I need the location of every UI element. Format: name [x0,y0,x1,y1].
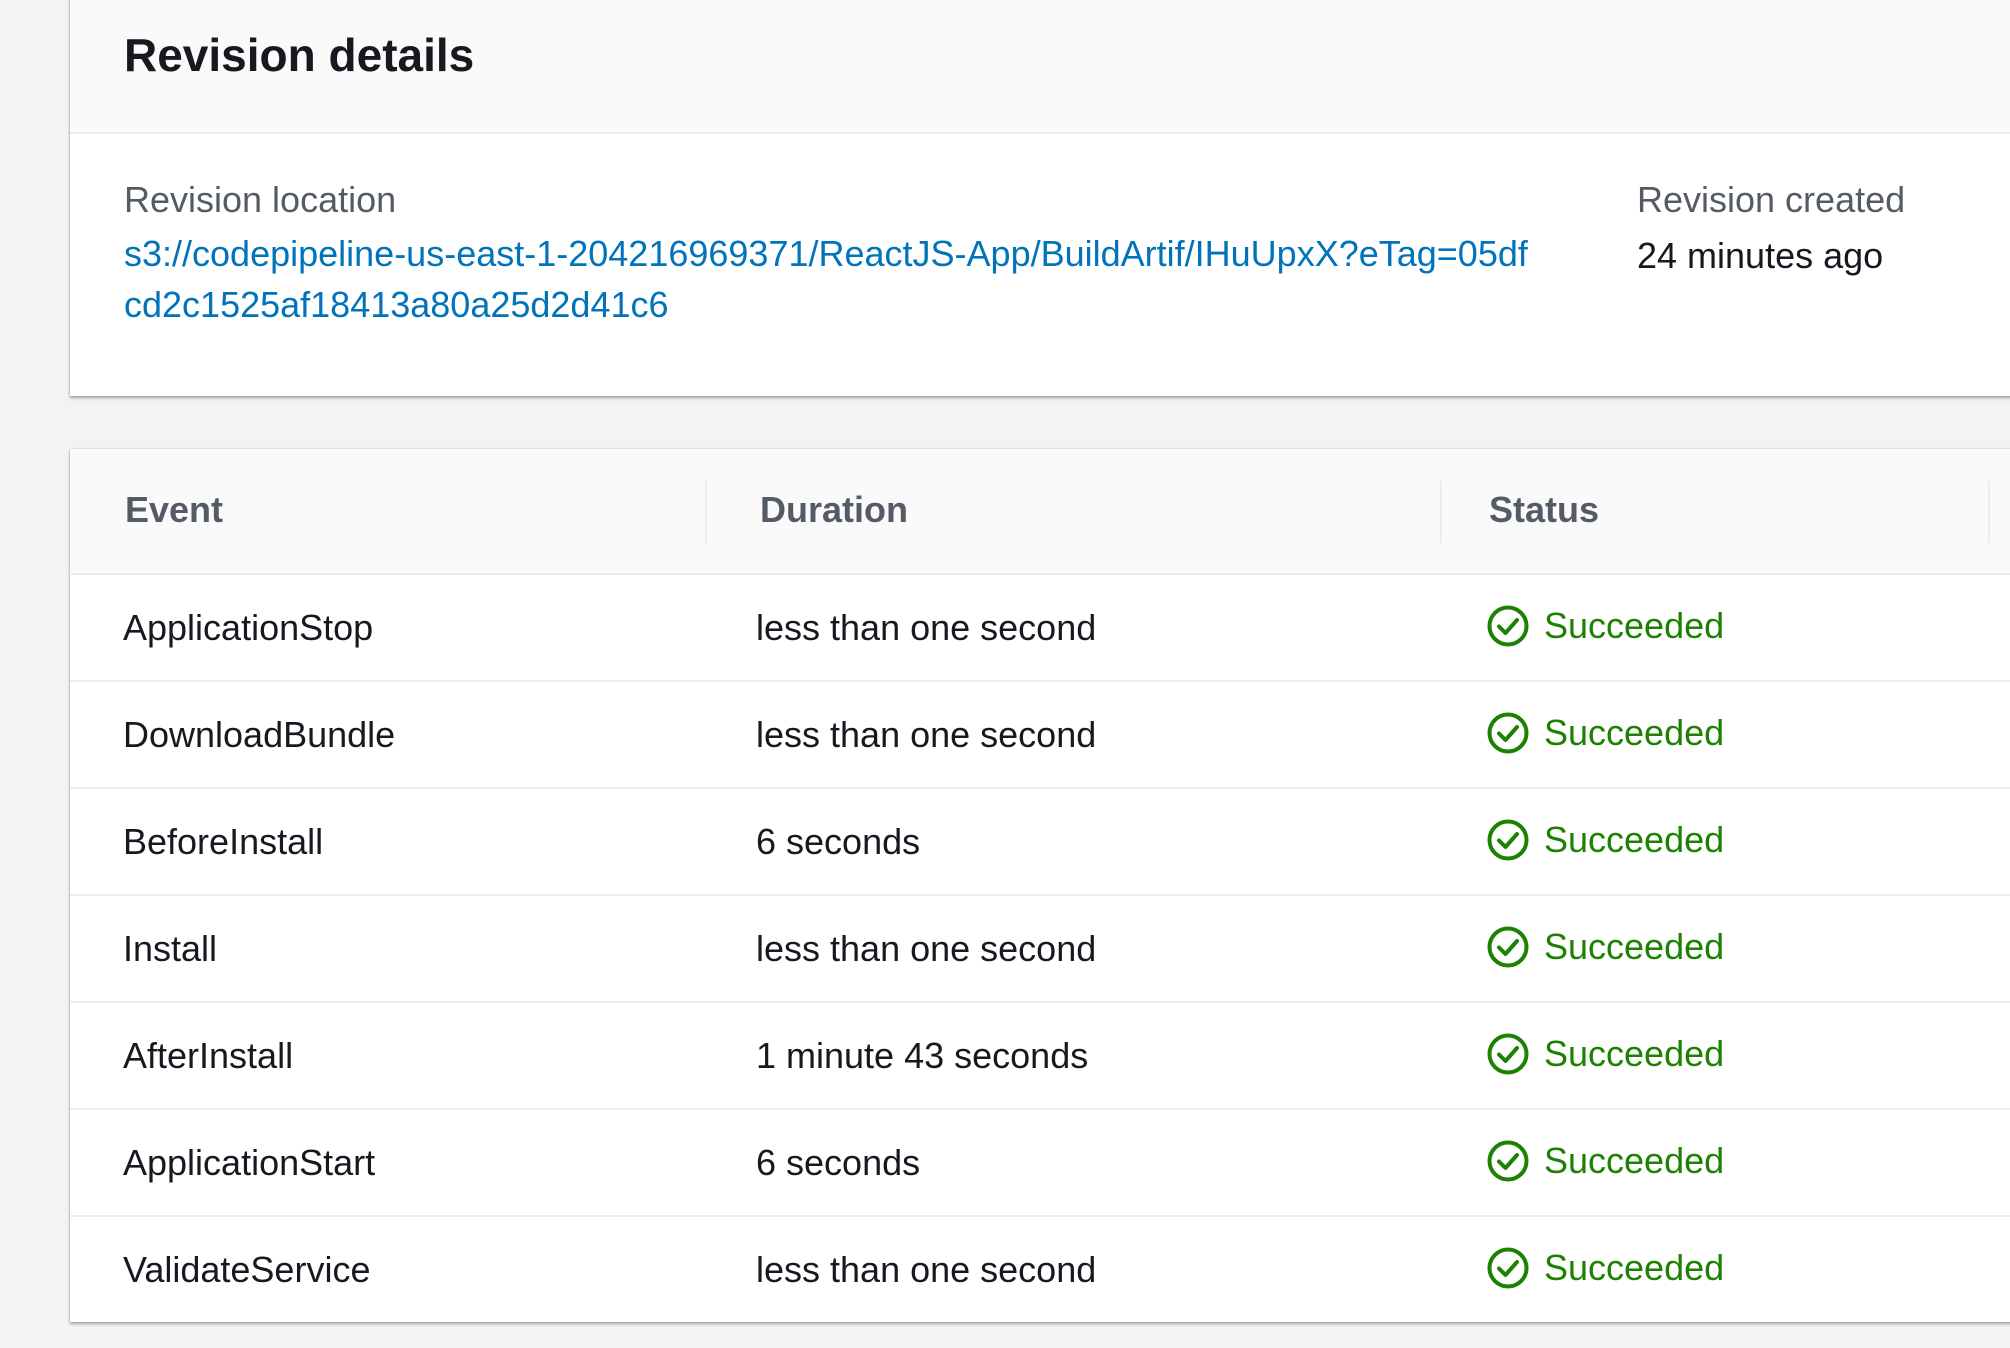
column-header-event[interactable]: Event [125,489,223,531]
status-cell: Succeeded [1486,604,1724,648]
duration-cell: less than one second [756,714,1097,755]
status-success-icon [1487,926,1529,968]
status-cell: Succeeded [1486,1032,1724,1076]
event-name-cell: ValidateService [123,1249,371,1290]
revision-location-label: Revision location [124,179,397,220]
table-row: ApplicationStop less than one second Suc… [70,575,2010,682]
event-name-cell: BeforeInstall [123,821,324,862]
duration-cell: less than one second [756,607,1097,648]
revision-location-link[interactable]: s3://codepipeline-us-east-1-204216969371… [124,228,1544,330]
duration-cell: less than one second [756,928,1097,969]
status-text: Succeeded [1544,605,1725,646]
table-row: DownloadBundle less than one second Succ… [70,682,2010,789]
status-text: Succeeded [1544,712,1725,753]
status-text: Succeeded [1544,1247,1725,1288]
revision-details-title: Revision details [124,29,475,81]
revision-created-label: Revision created [1637,179,1906,220]
event-name-cell: ApplicationStop [123,607,374,648]
event-name-cell: DownloadBundle [123,714,396,755]
revision-details-header: Revision details [70,0,2010,134]
column-header-duration[interactable]: Duration [760,489,908,531]
status-success-icon [1487,1247,1529,1289]
status-cell: Succeeded [1486,1246,1724,1290]
status-cell: Succeeded [1486,1139,1724,1183]
table-row: BeforeInstall 6 seconds Succeeded [70,789,2010,896]
table-header: Event Duration Status [70,449,2010,575]
event-name-cell: Install [123,928,218,969]
revision-details-panel: Revision details Revision location s3://… [70,0,2010,396]
table-row: ApplicationStart 6 seconds Succeeded [70,1110,2010,1217]
duration-cell: less than one second [756,1249,1097,1290]
status-cell: Succeeded [1486,711,1724,755]
column-divider[interactable] [1440,481,1442,543]
event-name-cell: ApplicationStart [123,1142,376,1183]
status-success-icon [1487,605,1529,647]
status-success-icon [1487,819,1529,861]
status-text: Succeeded [1544,819,1725,860]
table-row: ValidateService less than one second Suc… [70,1217,2010,1322]
status-cell: Succeeded [1486,925,1724,969]
table-body: ApplicationStop less than one second Suc… [70,575,2010,1322]
status-success-icon [1487,1140,1529,1182]
revision-created-value: 24 minutes ago [1637,235,1884,276]
column-divider[interactable] [1988,481,1990,543]
column-header-status[interactable]: Status [1489,489,1599,531]
duration-cell: 6 seconds [756,821,921,862]
column-divider[interactable] [705,481,707,543]
status-text: Succeeded [1544,1140,1725,1181]
duration-cell: 6 seconds [756,1142,921,1183]
status-success-icon [1487,712,1529,754]
status-cell: Succeeded [1486,818,1724,862]
status-success-icon [1487,1033,1529,1075]
table-row: AfterInstall 1 minute 43 seconds Succeed… [70,1003,2010,1110]
table-row: Install less than one second Succeeded [70,896,2010,1003]
event-name-cell: AfterInstall [123,1035,294,1076]
duration-cell: 1 minute 43 seconds [756,1035,1089,1076]
events-table: Event Duration Status ApplicationStop le… [70,449,2010,1322]
status-text: Succeeded [1544,1033,1725,1074]
status-text: Succeeded [1544,926,1725,967]
